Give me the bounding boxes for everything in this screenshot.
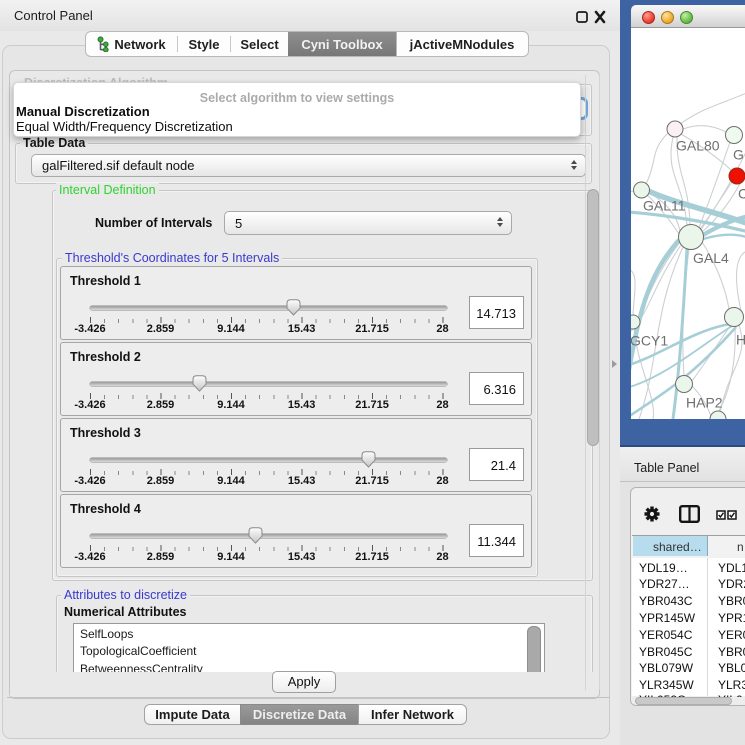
svg-text:H: H [736, 332, 745, 348]
svg-text:HAP2: HAP2 [686, 395, 723, 411]
svg-text:GAL4: GAL4 [693, 250, 729, 266]
svg-text:GAL11: GAL11 [643, 198, 686, 214]
svg-text:GCY1: GCY1 [631, 333, 668, 349]
svg-text:GAL80: GAL80 [676, 138, 720, 154]
svg-text:G.: G. [733, 147, 745, 163]
svg-text:C: C [738, 186, 745, 202]
